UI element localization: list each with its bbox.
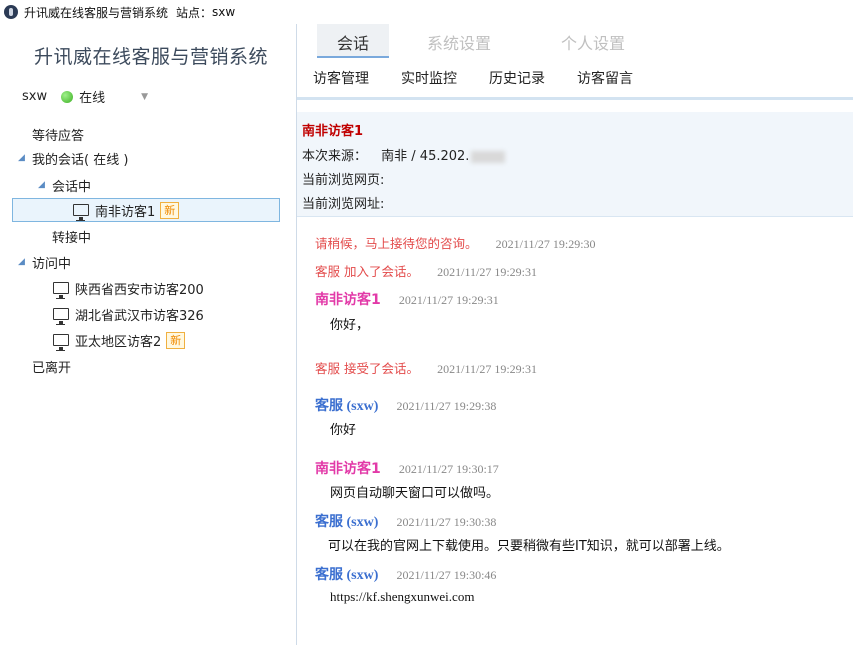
subtab-visitor-messages[interactable]: 访客留言 (577, 68, 633, 88)
monitor-icon (53, 308, 69, 325)
tree-visiting[interactable]: ◢ 访问中 (18, 250, 71, 274)
current-url: 当前浏览网址: (302, 197, 385, 212)
message-link[interactable]: https://kf.shengxunwei.com (330, 589, 474, 605)
new-badge: 新 (160, 201, 180, 219)
expand-arrow-icon[interactable]: ◢ (18, 153, 30, 163)
sender-name: 客服 (sxw) (315, 399, 379, 414)
redacted-ip (471, 150, 506, 163)
site-value: sxw (212, 5, 236, 19)
tree-label: 会话中 (52, 179, 92, 195)
visitor-info-name: 南非访客1 (302, 124, 364, 139)
visitor-message-header: 南非访客1 2021/11/27 19:29:31 (315, 289, 499, 309)
sender-name: 客服 (sxw) (315, 568, 379, 583)
message-time: 2021/11/27 19:30:17 (398, 462, 499, 476)
message-body: 网页自动聊天窗口可以做吗。 (330, 486, 500, 501)
site-label: 站点： (176, 5, 213, 20)
header-divider (297, 97, 853, 100)
visitor-info-panel: 南非访客1 本次来源： 南非 / 45.202. 当前浏览网页: 当前浏览网址: (297, 112, 853, 217)
tree-in-session[interactable]: ◢ 会话中 (38, 173, 91, 197)
system-text: 客服 接受了会话。 (315, 361, 419, 376)
sender-name: 南非访客1 (315, 292, 381, 308)
current-page: 当前浏览网页: (302, 173, 385, 188)
system-message: 客服 加入了会话。 2021/11/27 19:29:31 (315, 261, 537, 280)
message-time: 2021/11/27 19:29:31 (437, 265, 538, 279)
online-status-icon (61, 90, 74, 103)
username: sxw (22, 89, 48, 104)
system-message: 请稍候，马上接待您的咨询。 2021/11/27 19:29:30 (315, 233, 596, 252)
user-status-row: sxw 在线 ▼ (22, 87, 148, 106)
chevron-down-icon[interactable]: ▼ (141, 92, 148, 102)
message-time: 2021/11/27 19:29:31 (398, 293, 499, 307)
tree-label: 访问中 (32, 256, 72, 272)
tree-transferring[interactable]: 转接中 (52, 224, 91, 248)
system-text: 请稍候，马上接待您的咨询。 (315, 236, 478, 251)
tree-my-sessions[interactable]: ◢ 我的会话( 在线 ) (18, 146, 128, 170)
message-time: 2021/11/27 19:30:38 (396, 515, 497, 529)
visitor-name: 湖北省武汉市访客326 (75, 308, 204, 324)
visitor-name: 南非访客1 (95, 204, 156, 220)
tab-session[interactable]: 会话 (317, 24, 390, 58)
message-time: 2021/11/27 19:29:30 (495, 237, 596, 251)
system-text: 客服 加入了会话。 (315, 264, 419, 279)
visitor-message-header: 南非访客1 2021/11/27 19:30:17 (315, 458, 499, 478)
tree-visitor-item[interactable]: 湖北省武汉市访客326 (53, 302, 204, 326)
window-titlebar: 升讯威在线客服与营销系统 站点： sxw (0, 0, 853, 24)
tree-waiting[interactable]: 等待应答 (32, 122, 84, 146)
agent-message-header: 客服 (sxw) 2021/11/27 19:30:38 (315, 511, 496, 531)
sub-tabs: 访客管理 实时监控 历史记录 访客留言 (313, 68, 665, 88)
tree-label: 等待应答 (32, 128, 85, 144)
message-time: 2021/11/27 19:29:38 (396, 399, 497, 413)
brand-title: 升讯威在线客服与营销系统 (34, 46, 269, 68)
monitor-icon (73, 204, 89, 221)
tab-personal-settings[interactable]: 个人设置 (541, 24, 645, 56)
message-time: 2021/11/27 19:30:46 (396, 568, 497, 582)
visitor-name: 亚太地区访客2 (75, 334, 162, 350)
subtab-visitor-management[interactable]: 访客管理 (313, 68, 369, 88)
tree-label: 已离开 (32, 360, 72, 376)
app-icon (4, 5, 18, 19)
tree-visitor-current[interactable]: 南非访客1 新 (12, 198, 280, 222)
message-body: 你好 (330, 423, 357, 438)
sender-name: 客服 (sxw) (315, 515, 379, 530)
main-panel: 会话 系统设置 个人设置 访客管理 实时监控 历史记录 访客留言 南非访客1 本… (297, 24, 853, 645)
monitor-icon (53, 282, 69, 299)
source-value: 南非 / 45.202. (381, 149, 470, 164)
message-body: 你好， (330, 318, 370, 333)
expand-arrow-icon[interactable]: ◢ (38, 180, 50, 190)
visitor-name: 陕西省西安市访客200 (75, 282, 204, 298)
window-title: 升讯威在线客服与营销系统 (24, 5, 169, 20)
agent-message-header: 客服 (sxw) 2021/11/27 19:29:38 (315, 395, 496, 415)
tree-visitor-item[interactable]: 亚太地区访客2 新 (53, 328, 186, 352)
status-select[interactable]: 在线 (79, 87, 105, 106)
agent-message-header: 客服 (sxw) 2021/11/27 19:30:46 (315, 564, 496, 584)
tree-label: 我的会话( 在线 ) (32, 152, 129, 168)
subtab-realtime-monitor[interactable]: 实时监控 (401, 68, 457, 88)
message-body: 可以在我的官网上下载使用。只要稍微有些IT知识，就可以部署上线。 (328, 539, 730, 554)
tab-system-settings[interactable]: 系统设置 (407, 24, 511, 56)
visitor-source: 本次来源： 南非 / 45.202. (302, 145, 506, 164)
system-message: 客服 接受了会话。 2021/11/27 19:29:31 (315, 358, 537, 377)
expand-arrow-icon[interactable]: ◢ (18, 257, 30, 267)
subtab-history[interactable]: 历史记录 (489, 68, 545, 88)
new-badge: 新 (166, 331, 186, 349)
top-tabs: 会话 系统设置 个人设置 (317, 24, 675, 58)
source-label: 本次来源： (302, 149, 368, 164)
monitor-icon (53, 334, 69, 351)
message-time: 2021/11/27 19:29:31 (437, 362, 538, 376)
tree-visitor-item[interactable]: 陕西省西安市访客200 (53, 276, 204, 300)
sidebar: 升讯威在线客服与营销系统 sxw 在线 ▼ 等待应答 ◢ 我的会话( 在线 ) … (0, 24, 297, 645)
tree-label: 转接中 (52, 230, 92, 246)
tree-left[interactable]: 已离开 (32, 354, 71, 378)
sender-name: 南非访客1 (315, 461, 381, 477)
